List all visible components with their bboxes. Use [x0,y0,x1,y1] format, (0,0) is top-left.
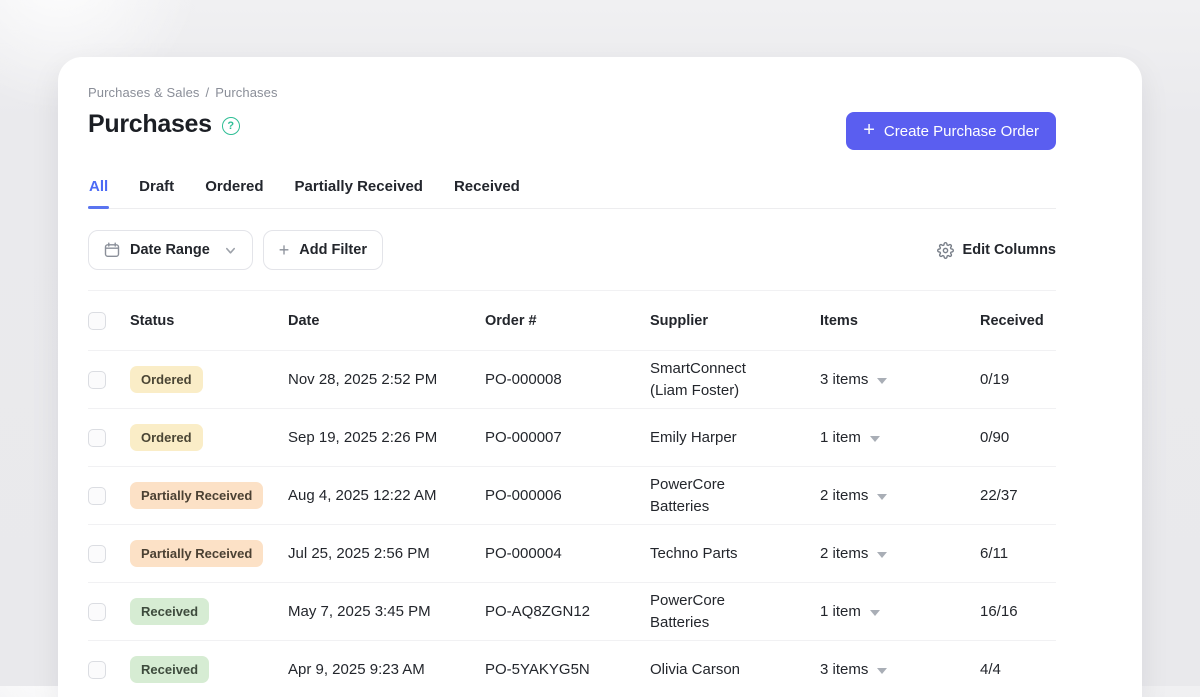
received-count: 0/19 [980,371,1056,388]
order-date: Nov 28, 2025 2:52 PM [288,371,485,388]
caret-down-icon [877,668,887,674]
create-purchase-order-button[interactable]: + Create Purchase Order [846,112,1056,150]
table-row[interactable]: Received Apr 9, 2025 9:23 AMPO-5YAKYG5NOl… [88,641,1056,697]
row-checkbox[interactable] [88,545,106,563]
row-checkbox[interactable] [88,661,106,679]
items-dropdown[interactable]: 2 items [820,545,980,562]
plus-icon: + [279,241,290,259]
order-number: PO-AQ8ZGN12 [485,603,650,620]
status-badge: Received [130,656,209,683]
order-date: Apr 9, 2025 9:23 AM [288,661,485,678]
supplier-name: Olivia Carson [650,659,740,681]
select-all-checkbox[interactable] [88,312,106,330]
purchases-card: Purchases & Sales / Purchases Purchases ? … [58,57,1142,697]
edit-columns-button[interactable]: Edit Columns [937,242,1056,259]
received-count: 4/4 [980,661,1056,678]
items-count: 1 item [820,429,861,446]
date-range-label: Date Range [130,242,210,258]
gear-icon [937,242,954,259]
column-header-status[interactable]: Status [130,313,288,329]
items-dropdown[interactable]: 3 items [820,661,980,678]
order-date: Aug 4, 2025 12:22 AM [288,487,485,504]
table-body: Ordered Nov 28, 2025 2:52 PMPO-000008Smar… [88,351,1056,697]
items-dropdown[interactable]: 1 item [820,603,980,620]
column-header-received[interactable]: Received [980,313,1056,329]
order-date: Jul 25, 2025 2:56 PM [288,545,485,562]
items-count: 3 items [820,371,868,388]
status-badge: Received [130,598,209,625]
received-count: 0/90 [980,429,1056,446]
purchase-orders-table: Status Date Order # Supplier Items Recei… [88,290,1056,697]
supplier-name: SmartConnect (Liam Foster) [650,358,762,402]
tab-draft[interactable]: Draft [138,172,175,208]
page-header: Purchases ? + Create Purchase Order [88,110,1056,150]
table-row[interactable]: Ordered Sep 19, 2025 2:26 PMPO-000007Emil… [88,409,1056,467]
supplier-name: PowerCore Batteries [650,590,762,634]
edit-columns-label: Edit Columns [963,242,1056,258]
tab-ordered[interactable]: Ordered [204,172,264,208]
table-row[interactable]: Ordered Nov 28, 2025 2:52 PMPO-000008Smar… [88,351,1056,409]
order-date: May 7, 2025 3:45 PM [288,603,485,620]
order-number: PO-000007 [485,429,650,446]
order-number: PO-5YAKYG5N [485,661,650,678]
tab-bar: All Draft Ordered Partially Received Receive… [88,172,1056,209]
received-count: 6/11 [980,545,1056,562]
create-purchase-order-label: Create Purchase Order [884,123,1039,140]
row-checkbox[interactable] [88,603,106,621]
row-checkbox[interactable] [88,371,106,389]
table-header-row: Status Date Order # Supplier Items Recei… [88,291,1056,351]
filter-toolbar: Date Range + Add Filter Edit Columns [88,230,1056,290]
column-header-date[interactable]: Date [288,313,485,329]
status-badge: Partially Received [130,540,263,567]
items-count: 2 items [820,545,868,562]
order-number: PO-000006 [485,487,650,504]
plus-icon: + [863,120,875,140]
items-dropdown[interactable]: 3 items [820,371,980,388]
order-number: PO-000008 [485,371,650,388]
order-date: Sep 19, 2025 2:26 PM [288,429,485,446]
column-header-order[interactable]: Order # [485,313,650,329]
chevron-down-icon [224,244,237,257]
caret-down-icon [870,436,880,442]
items-dropdown[interactable]: 2 items [820,487,980,504]
breadcrumb-parent[interactable]: Purchases & Sales [88,85,200,100]
help-icon[interactable]: ? [222,117,240,135]
received-count: 22/37 [980,487,1056,504]
tab-partially-received[interactable]: Partially Received [294,172,424,208]
breadcrumb-separator: / [206,85,210,100]
items-dropdown[interactable]: 1 item [820,429,980,446]
received-count: 16/16 [980,603,1056,620]
add-filter-button[interactable]: + Add Filter [263,230,383,270]
breadcrumb: Purchases & Sales / Purchases [88,85,1056,100]
order-number: PO-000004 [485,545,650,562]
caret-down-icon [877,494,887,500]
status-badge: Partially Received [130,482,263,509]
status-badge: Ordered [130,424,203,451]
page-title: Purchases [88,110,212,139]
supplier-name: Techno Parts [650,543,738,565]
caret-down-icon [870,610,880,616]
status-badge: Ordered [130,366,203,393]
items-count: 2 items [820,487,868,504]
caret-down-icon [877,552,887,558]
column-header-items[interactable]: Items [820,313,980,329]
items-count: 1 item [820,603,861,620]
row-checkbox[interactable] [88,487,106,505]
supplier-name: PowerCore Batteries [650,474,762,518]
add-filter-label: Add Filter [299,242,367,258]
column-header-supplier[interactable]: Supplier [650,313,820,329]
table-row[interactable]: Received May 7, 2025 3:45 PMPO-AQ8ZGN12Po… [88,583,1056,641]
date-range-filter[interactable]: Date Range [88,230,253,270]
breadcrumb-current: Purchases [215,85,277,100]
items-count: 3 items [820,661,868,678]
tab-all[interactable]: All [88,172,109,208]
supplier-name: Emily Harper [650,427,737,449]
caret-down-icon [877,378,887,384]
calendar-icon [104,242,120,258]
row-checkbox[interactable] [88,429,106,447]
tab-received[interactable]: Received [453,172,521,208]
table-row[interactable]: Partially Received Aug 4, 2025 12:22 AMPO… [88,467,1056,525]
table-row[interactable]: Partially Received Jul 25, 2025 2:56 PMPO… [88,525,1056,583]
